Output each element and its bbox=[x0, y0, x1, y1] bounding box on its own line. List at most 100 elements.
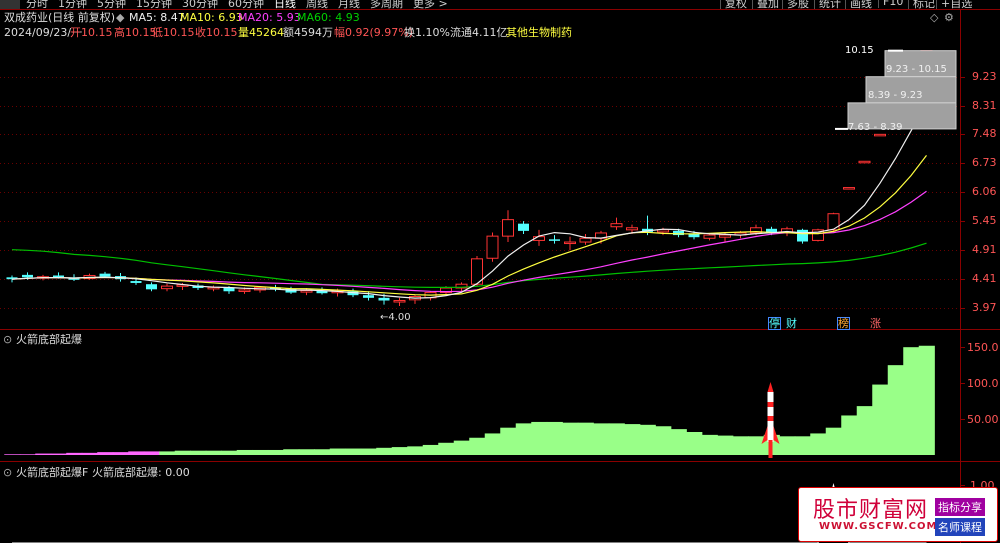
bar-turnover: 换1.10% bbox=[404, 26, 450, 39]
candle-33 bbox=[518, 221, 529, 235]
bar-high: 高10.15 bbox=[114, 26, 157, 39]
candle-body-19 bbox=[300, 290, 313, 293]
bar-float: 流通4.11亿 bbox=[450, 26, 508, 39]
rocket-band-2 bbox=[767, 416, 774, 421]
candle-body-51 bbox=[797, 229, 808, 242]
indicator-bar-17 bbox=[267, 449, 284, 455]
price-axis-label-1: 8.31 bbox=[972, 98, 997, 112]
indicator-bar-29 bbox=[453, 440, 470, 455]
candle-9 bbox=[146, 282, 157, 292]
price-axis-label-8: 3.97 bbox=[972, 301, 997, 314]
kline-chart bbox=[0, 9, 1000, 543]
indicator-axis-label-2: 50.00 bbox=[967, 412, 999, 426]
chart-frame bbox=[0, 9, 1000, 543]
event-tag-2: 榜 bbox=[837, 317, 850, 330]
indicator-bar-52 bbox=[810, 433, 827, 455]
indicator-bar-19 bbox=[298, 449, 315, 455]
indicator-bar-13 bbox=[205, 450, 222, 455]
indicator-bar-2 bbox=[35, 453, 52, 455]
indicator-bar-14 bbox=[221, 450, 238, 455]
ma5-label: MA5: 8.47 bbox=[129, 11, 185, 24]
candle-53 bbox=[827, 212, 840, 231]
ma10-label: MA10: 6.93 bbox=[180, 11, 243, 24]
site-watermark: 股市财富网 WWW.GSCFW.COM 指标分享 名师课程 bbox=[798, 487, 998, 542]
indicator-bar-28 bbox=[438, 442, 455, 455]
candle-body-15 bbox=[238, 289, 251, 292]
candle-body-25 bbox=[393, 300, 406, 303]
chip-range-label-3: 7.63 - 8.39 bbox=[848, 121, 903, 133]
candle-31 bbox=[486, 232, 499, 262]
candle-body-10 bbox=[161, 285, 173, 290]
candle-39 bbox=[610, 217, 623, 230]
indicator-bar-45 bbox=[701, 434, 718, 455]
indicator-bar-18 bbox=[283, 449, 300, 455]
indicator-bar-47 bbox=[732, 436, 749, 455]
candle-25 bbox=[393, 297, 406, 306]
candle-body-8 bbox=[130, 281, 142, 283]
sector-label[interactable]: 其他生物制药 bbox=[506, 26, 572, 39]
candle-body-31 bbox=[486, 235, 499, 259]
event-tag-1: 财 bbox=[786, 317, 797, 330]
price-axis-label-3: 6.73 bbox=[972, 156, 997, 170]
indicator-bar-7 bbox=[112, 452, 129, 455]
indicator-bar-9 bbox=[143, 451, 160, 455]
rocket-band-1 bbox=[767, 402, 774, 407]
chip-range-label-2: 8.39 - 9.23 bbox=[868, 89, 923, 101]
collapse-icon[interactable]: ◆ bbox=[116, 11, 124, 24]
candle-30 bbox=[471, 255, 483, 287]
candle-35 bbox=[549, 235, 560, 244]
indicator-bar-23 bbox=[360, 448, 377, 455]
indicator-bar-26 bbox=[407, 446, 424, 455]
signal-line bbox=[12, 482, 927, 543]
candles-layer bbox=[6, 50, 933, 306]
bar-open: 开10.15 bbox=[70, 26, 113, 39]
indicator-bar-57 bbox=[887, 365, 904, 455]
gear-icon[interactable]: ⚙ bbox=[944, 11, 954, 24]
candle-body-46 bbox=[719, 234, 731, 238]
candle-body-35 bbox=[549, 239, 560, 241]
candle-body-37 bbox=[579, 237, 592, 243]
ma-lines-layer bbox=[11, 103, 928, 299]
bar-low: 低10.15 bbox=[152, 26, 195, 39]
watermark-url: WWW.GSCFW.COM bbox=[819, 521, 938, 532]
indicator-bar-21 bbox=[329, 448, 346, 455]
indicator-collapse-icon[interactable]: ⊙ bbox=[3, 333, 12, 346]
event-tag-0: 停 bbox=[768, 317, 781, 330]
price-axis-label-7: 4.41 bbox=[972, 272, 997, 286]
indicator-bar-54 bbox=[841, 415, 858, 455]
indicator-bar-36 bbox=[562, 422, 579, 455]
indicator-bar-6 bbox=[97, 452, 114, 455]
candle-body-24 bbox=[378, 297, 390, 301]
candle-body-36 bbox=[564, 241, 576, 245]
candle-body-39 bbox=[610, 223, 623, 228]
indicator-bar-33 bbox=[515, 423, 532, 455]
signal-collapse-icon[interactable]: ⊙ bbox=[3, 466, 12, 479]
price-axis-label-4: 6.06 bbox=[972, 185, 997, 199]
signal-value: 火箭底部起爆: 0.00 bbox=[92, 466, 190, 479]
ma20-line bbox=[11, 190, 927, 293]
indicator-bar-58 bbox=[903, 347, 920, 455]
rocket-nose bbox=[767, 382, 774, 392]
indicator-bar-55 bbox=[856, 406, 873, 455]
candle-54 bbox=[843, 187, 855, 190]
indicator-bar-59 bbox=[918, 345, 935, 455]
bar-volume: 量45264 bbox=[238, 26, 284, 39]
ma10-line bbox=[11, 155, 927, 296]
candle-51 bbox=[797, 228, 808, 244]
signal-title: 火箭底部起爆F bbox=[16, 466, 89, 479]
diamond-icon[interactable]: ◇ bbox=[930, 11, 938, 24]
watermark-tag-courses: 名师课程 bbox=[935, 518, 985, 536]
bar-amount: 额4594万 bbox=[283, 26, 333, 39]
indicator-bar-40 bbox=[624, 424, 641, 455]
ma20-label: MA20: 5.93 bbox=[238, 11, 301, 24]
indicator-bar-51 bbox=[794, 436, 811, 455]
candle-52 bbox=[812, 228, 824, 242]
price-axis-label-6: 4.91 bbox=[972, 242, 997, 256]
price-axis-label-5: 5.45 bbox=[972, 214, 997, 228]
indicator-bar-39 bbox=[608, 423, 625, 455]
chip-range-label-0: 10.15 bbox=[845, 44, 874, 56]
indicator-bar-42 bbox=[655, 426, 672, 455]
low-marker: ←4.00 bbox=[380, 312, 411, 323]
candle-body-6 bbox=[99, 273, 111, 277]
indicator-bar-25 bbox=[391, 447, 408, 455]
